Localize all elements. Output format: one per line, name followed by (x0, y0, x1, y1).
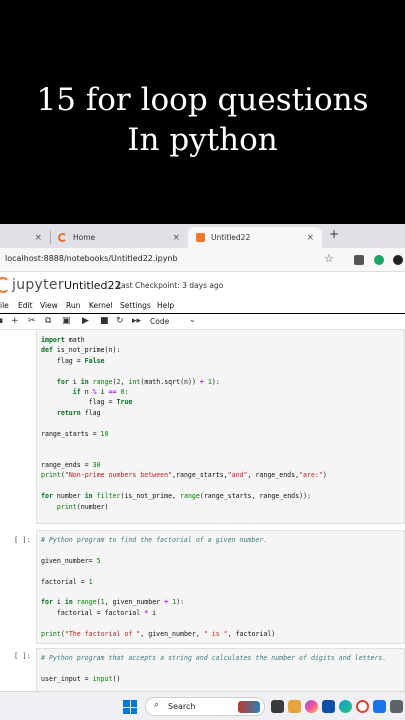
menu-edit[interactable]: Edit (18, 301, 33, 310)
cell-code[interactable]: # Python program that accepts a string a… (41, 653, 386, 684)
file-explorer-icon[interactable] (288, 700, 301, 713)
jupyter-logo-text[interactable]: jupyter (12, 277, 64, 293)
menu-kernel[interactable]: Kernel (89, 301, 113, 310)
extension-icon[interactable] (374, 255, 384, 265)
save-icon[interactable]: ▪ (0, 316, 3, 326)
chrome-icon[interactable] (356, 700, 369, 713)
task-view-icon[interactable] (271, 700, 284, 713)
checkpoint-status: Last Checkpoint: 3 days ago (117, 281, 224, 290)
cell-code[interactable]: import math def is_not_prime(n): flag = … (41, 335, 327, 512)
notebook-panel: import math def is_not_prime(n): flag = … (0, 330, 405, 691)
browser-tab-bar: × Home × Untitled22 × + (0, 224, 405, 248)
restart-run-all-icon[interactable]: ▸▸ (132, 316, 141, 326)
tab-home-label: Home (73, 233, 96, 242)
cell-type-select[interactable]: Code (150, 317, 169, 326)
close-tab-icon[interactable]: × (306, 233, 314, 243)
new-tab-button[interactable]: + (329, 227, 339, 241)
edge-icon[interactable] (339, 700, 352, 713)
extension-icon[interactable] (354, 255, 364, 265)
cell-prompt: [ ]: (14, 652, 31, 660)
cell-code[interactable]: # Python program to find the factorial o… (41, 535, 275, 639)
windows-start-icon[interactable] (123, 700, 137, 714)
video-banner: 15 for loop questions In python (0, 0, 405, 224)
notebook-toolbar: ▪ + ✂ ⧉ ▣ ▶ ■ ↻ ▸▸ Code ⌄ (0, 314, 405, 330)
jupyter-header: jupyter Untitled22 Last Checkpoint: 3 da… (0, 272, 405, 300)
stop-icon[interactable]: ■ (100, 316, 109, 326)
search-highlight-icon (238, 701, 260, 713)
app-icon[interactable] (373, 700, 386, 713)
banner-title-line-1: 15 for loop questions (36, 82, 369, 118)
tab-untitled22-label: Untitled22 (211, 233, 251, 242)
notebook-title[interactable]: Untitled22 (64, 279, 122, 292)
notebook-icon (196, 233, 205, 242)
chevron-down-icon[interactable]: ⌄ (189, 315, 196, 324)
close-tab-icon[interactable]: × (34, 233, 42, 243)
code-cell[interactable]: import math def is_not_prime(n): flag = … (36, 330, 405, 524)
search-label: Search (168, 702, 196, 711)
code-cell[interactable]: # Python program that accepts a string a… (36, 648, 405, 691)
paste-icon[interactable]: ▣ (62, 316, 71, 326)
jupyter-logo-icon (0, 277, 10, 293)
cut-icon[interactable]: ✂ (28, 316, 36, 326)
store-icon[interactable] (322, 700, 335, 713)
add-cell-icon[interactable]: + (11, 316, 19, 326)
profile-icon[interactable] (393, 255, 403, 265)
url-field[interactable]: localhost:8888/notebooks/Untitled22.ipyn… (5, 254, 178, 263)
menu-run[interactable]: Run (66, 301, 80, 310)
close-tab-icon[interactable]: × (172, 233, 180, 243)
code-cell[interactable]: # Python program to find the factorial o… (36, 530, 405, 644)
menu-settings[interactable]: Settings (120, 301, 151, 310)
tab-home[interactable]: Home × (50, 227, 188, 248)
run-icon[interactable]: ▶ (82, 316, 89, 326)
menu-view[interactable]: View (40, 301, 58, 310)
menu-file[interactable]: ile (0, 301, 9, 310)
copilot-icon[interactable] (305, 700, 318, 713)
copy-icon[interactable]: ⧉ (45, 316, 51, 326)
restart-icon[interactable]: ↻ (116, 316, 124, 326)
tab-separator (50, 231, 51, 244)
banner-title-line-2: In python (127, 122, 278, 158)
app-icon[interactable] (390, 700, 403, 713)
address-bar: localhost:8888/notebooks/Untitled22.ipyn… (0, 248, 405, 272)
menu-bar: ile Edit View Run Kernel Settings Help (0, 300, 405, 313)
menu-help[interactable]: Help (157, 301, 174, 310)
search-icon: ⌕ (154, 700, 160, 710)
jupyter-home-icon (58, 233, 67, 242)
windows-taskbar: ⌕ Search (0, 691, 405, 720)
taskbar-search[interactable]: ⌕ Search (145, 697, 265, 716)
tab-previous[interactable]: × (0, 227, 50, 248)
bookmark-star-icon[interactable]: ☆ (324, 252, 334, 265)
cell-prompt: [ ]: (14, 536, 31, 544)
tab-untitled22[interactable]: Untitled22 × (188, 227, 322, 248)
